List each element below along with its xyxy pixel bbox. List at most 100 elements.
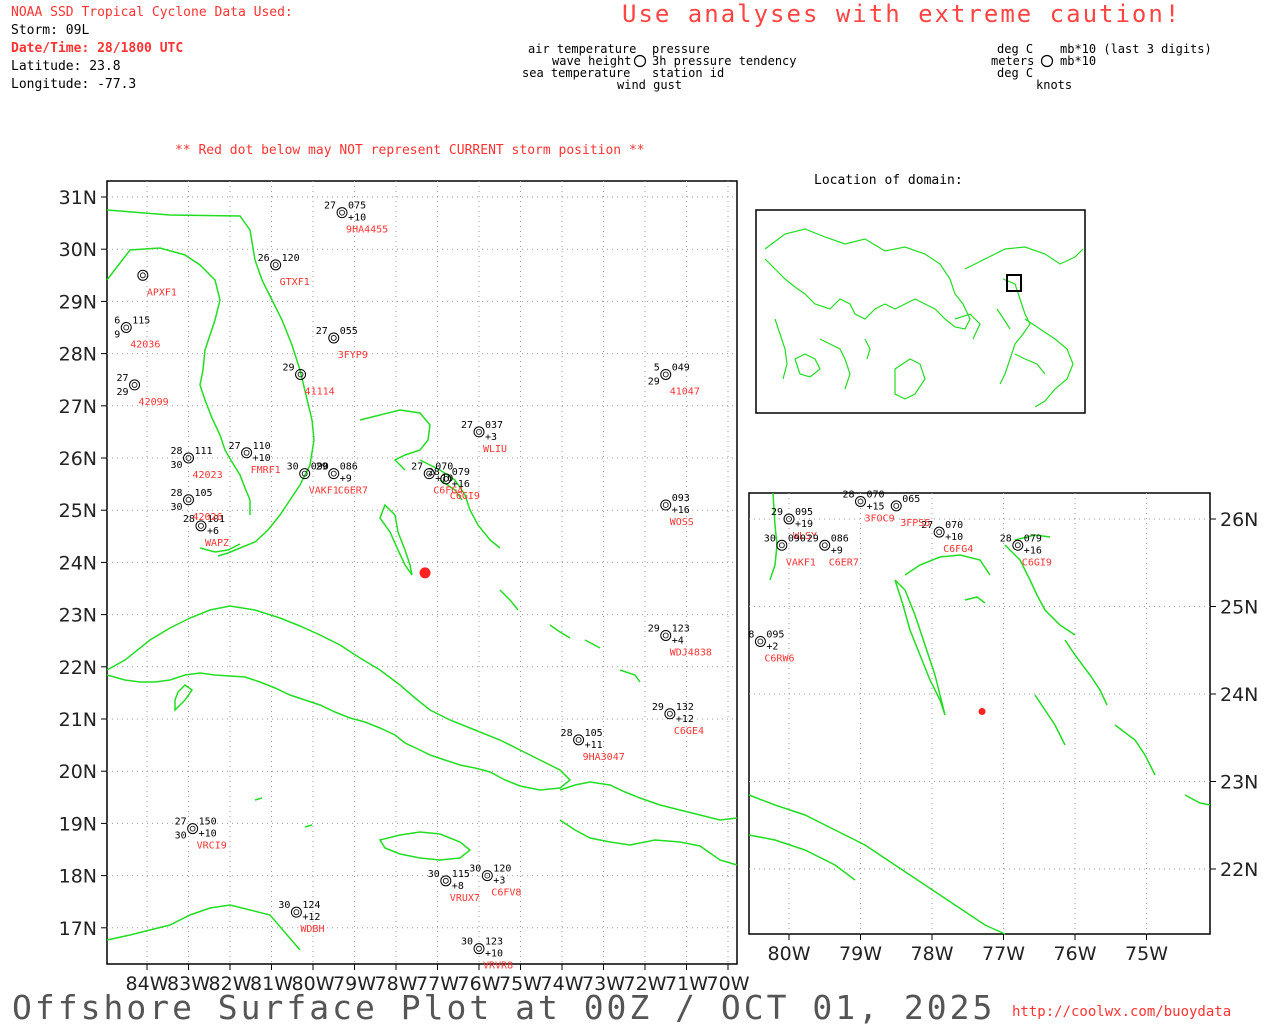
lat-tick-label: 24N bbox=[1220, 684, 1258, 706]
lat-tick-label: 21N bbox=[59, 709, 97, 731]
station-id-label: C6RW6 bbox=[764, 654, 794, 665]
station-air-temp: 29 bbox=[652, 702, 664, 713]
station-id-label: WLIU bbox=[483, 444, 507, 455]
lon-tick-label: 78W bbox=[911, 943, 954, 965]
station-pressure: 111 bbox=[195, 446, 213, 457]
station-air-temp: 27 bbox=[324, 201, 336, 212]
lat-tick-label: 22N bbox=[1220, 859, 1258, 881]
station-sea-temp: 30 bbox=[170, 502, 182, 513]
station-air-temp: 27 bbox=[411, 462, 423, 473]
station-air-temp: 28 bbox=[170, 488, 182, 499]
lon-tick-label: 79W bbox=[839, 943, 882, 965]
lat-tick-label: 23N bbox=[59, 605, 97, 627]
station-pressure: 086 bbox=[340, 462, 358, 473]
lon-tick-label: 80W bbox=[768, 943, 811, 965]
lat-tick-label: 23N bbox=[1220, 772, 1258, 794]
storm-position-note: ** Red dot below may NOT represent CURRE… bbox=[175, 143, 645, 158]
station-pressure: 132 bbox=[676, 702, 694, 713]
station-id-label: VAKF1 bbox=[309, 486, 339, 497]
station-id-label: 42026 bbox=[193, 512, 223, 523]
station-pressure-tendency: +10 bbox=[348, 213, 366, 224]
station-pressure-tendency: +10 bbox=[253, 453, 271, 464]
station-pressure-tendency: +15 bbox=[867, 502, 885, 513]
station-pressure: 110 bbox=[253, 441, 271, 452]
station-pressure: 086 bbox=[831, 533, 849, 544]
lat-tick-label: 22N bbox=[59, 657, 97, 679]
station-id-label: 41047 bbox=[670, 386, 700, 397]
station-pressure-tendency: +6 bbox=[207, 526, 219, 537]
station-id-label: C6FV8 bbox=[491, 888, 521, 899]
station-id-label: C6GI9 bbox=[1022, 557, 1052, 568]
station-pressure: 090 bbox=[788, 533, 806, 544]
legend-unit-mb10: mb*10 bbox=[1060, 54, 1097, 68]
station-id-label: C6GE4 bbox=[674, 726, 704, 737]
lat-tick-label: 30N bbox=[59, 239, 97, 261]
station-id-label: FMRF1 bbox=[251, 465, 281, 476]
lat-tick-label: 18N bbox=[59, 866, 97, 888]
station-pressure: 049 bbox=[672, 362, 690, 373]
station-pressure: 090 bbox=[311, 462, 329, 473]
main-map: 27 075+109HA44555 049294104727 037+3WLIU093… bbox=[59, 180, 750, 995]
station-pressure-tendency: +12 bbox=[302, 912, 320, 923]
station-pressure: 055 bbox=[340, 326, 358, 337]
station-pressure-tendency: +10 bbox=[199, 829, 217, 840]
station-pressure-tendency: +16 bbox=[452, 479, 470, 490]
station-id-label: WAPZ bbox=[205, 538, 229, 549]
station-air-temp: 28 bbox=[428, 467, 440, 478]
station-sea-temp: 30 bbox=[170, 460, 182, 471]
station-air-temp: 27 bbox=[117, 373, 129, 384]
station-pressure: 105 bbox=[585, 728, 603, 739]
station-id-label: 9HA3047 bbox=[583, 752, 625, 763]
station-pressure-tendency: +8 bbox=[452, 881, 464, 892]
station-id-label: WDJ4838 bbox=[670, 647, 712, 658]
station-air-temp: 29 bbox=[807, 533, 819, 544]
station-air-temp: 30 bbox=[287, 462, 299, 473]
lat-tick-label: 25N bbox=[59, 500, 97, 522]
station-air-temp: 27 bbox=[175, 817, 187, 828]
station-pressure: 105 bbox=[195, 488, 213, 499]
station-id-label: 42023 bbox=[193, 470, 223, 481]
caution-banner: Use analyses with extreme caution! bbox=[622, 0, 1182, 28]
station-air-temp: 27 bbox=[229, 441, 241, 452]
station-id-label: 3FYP9 bbox=[338, 350, 368, 361]
lat-tick-label: 19N bbox=[59, 813, 97, 835]
station-pressure: 079 bbox=[1024, 533, 1042, 544]
station-air-temp: 6 bbox=[114, 316, 120, 327]
station-sea-temp: 30 bbox=[175, 831, 187, 842]
station-air-temp: 27 bbox=[461, 420, 473, 431]
legend-wind-gust: wind gust bbox=[617, 78, 683, 92]
station-id-label: WOSS bbox=[670, 517, 694, 528]
station-pressure-tendency: +16 bbox=[1024, 545, 1042, 556]
station-pressure: 115 bbox=[452, 869, 470, 880]
lat-tick-label: 28N bbox=[59, 344, 97, 366]
station-pressure: 120 bbox=[282, 253, 300, 264]
station-pressure: 065 bbox=[902, 494, 920, 505]
station-pressure-tendency: +9 bbox=[340, 474, 352, 485]
lon-tick-label: 75W bbox=[1125, 943, 1168, 965]
station-id-label: WDBH bbox=[300, 924, 324, 935]
station-air-temp: 5 bbox=[654, 362, 660, 373]
station-pressure: 115 bbox=[132, 316, 150, 327]
station-air-temp: 30 bbox=[469, 864, 481, 875]
lat-tick-label: 20N bbox=[59, 761, 97, 783]
station-pressure: 079 bbox=[452, 467, 470, 478]
legend-unit-knots: knots bbox=[1036, 78, 1073, 92]
station-id-label: 3FOC9 bbox=[865, 514, 895, 525]
station-air-temp: 29 bbox=[648, 623, 660, 634]
station-id-label: 42036 bbox=[130, 340, 160, 351]
station-pressure: 123 bbox=[672, 623, 690, 634]
legend-sea-temperature: sea temperature bbox=[522, 66, 631, 80]
station-pressure: 093 bbox=[672, 493, 690, 504]
station-sea-temp: 29 bbox=[117, 387, 129, 398]
zoom-map: 29 095+19WLSY30 090VAKF129 086+9C6ER727 070+… bbox=[748, 490, 1258, 965]
station-pressure: 070 bbox=[945, 520, 963, 531]
station-pressure: 123 bbox=[485, 937, 503, 948]
station-id-label: VAKF1 bbox=[786, 557, 816, 568]
station-air-temp: 30 bbox=[428, 869, 440, 880]
source-url-link[interactable]: http://coolwx.com/buoydata bbox=[1012, 1004, 1231, 1020]
station-air-temp: 29 bbox=[283, 362, 295, 373]
station-sea-temp: 29 bbox=[648, 376, 660, 387]
station-pressure: 075 bbox=[348, 201, 366, 212]
storm-datetime: Date/Time: 28/1800 UTC bbox=[11, 41, 184, 56]
storm-longitude: Longitude: -77.3 bbox=[11, 77, 137, 92]
